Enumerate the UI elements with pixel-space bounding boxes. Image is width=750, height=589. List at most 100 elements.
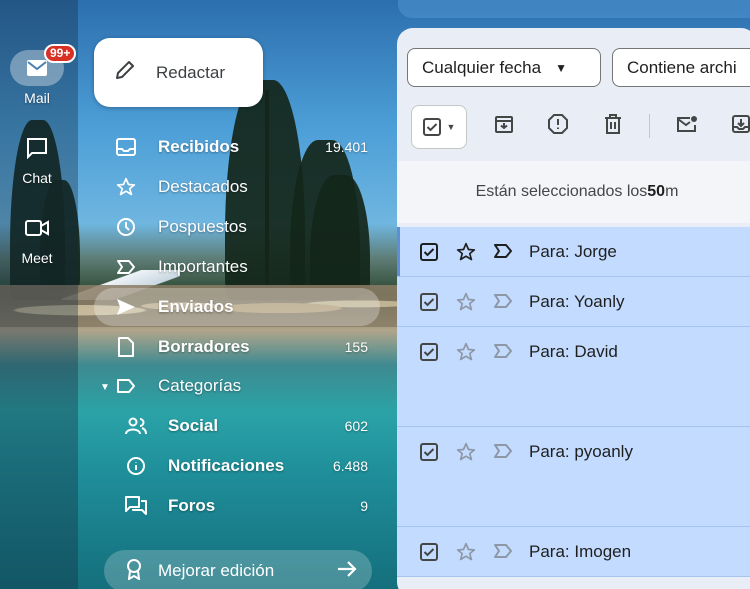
rail-mail[interactable]: 99+ Mail	[0, 44, 77, 106]
select-all-checkbox[interactable]: ▼	[411, 105, 467, 149]
mark-unread-icon	[677, 116, 697, 132]
nav-item-label: Social	[168, 416, 219, 435]
rail-chat[interactable]: Chat	[0, 130, 74, 186]
chip-label: Contiene archi	[627, 57, 737, 77]
rail-chat-label: Chat	[22, 170, 52, 186]
inbox-icon	[114, 135, 138, 159]
star-icon[interactable]	[456, 242, 476, 262]
important-icon	[114, 255, 138, 279]
compose-button[interactable]: Redactar	[94, 38, 263, 107]
attachment-filter-chip[interactable]: Contiene archi	[612, 48, 750, 87]
video-camera-icon	[10, 210, 64, 246]
nav-item-label: Notificaciones	[168, 456, 285, 475]
delete-button[interactable]	[599, 110, 627, 138]
nav-item-sent[interactable]: Enviados	[94, 288, 380, 326]
unread-badge: 99+	[44, 44, 77, 63]
email-row[interactable]: Para: Jorge	[397, 227, 750, 277]
nav-item-count: 6.488	[332, 458, 368, 474]
nav-item-label: Categorías	[158, 376, 242, 395]
compose-label: Redactar	[156, 62, 225, 82]
nav-item-label: Importantes	[158, 257, 248, 276]
nav-item-important[interactable]: Importantes	[94, 248, 380, 286]
report-spam-button[interactable]	[544, 110, 572, 138]
email-row[interactable]: Para: David	[397, 327, 750, 427]
chat-icon	[10, 130, 64, 166]
star-icon[interactable]	[456, 292, 476, 312]
nav-item-count: 155	[344, 339, 368, 355]
important-marker-icon[interactable]	[493, 443, 513, 459]
checkbox-checked-icon	[422, 118, 441, 136]
nav-item-categories[interactable]: Categorías	[94, 367, 380, 405]
email-row[interactable]: Para: pyoanly	[397, 427, 750, 527]
checkbox-checked-icon[interactable]	[420, 343, 438, 361]
label-icon	[114, 374, 138, 398]
rail-meet-label: Meet	[21, 250, 53, 266]
checkbox-checked-icon[interactable]	[420, 243, 438, 261]
trash-icon	[605, 114, 621, 134]
toolbar-divider	[649, 114, 650, 138]
rail-mail-label: Mail	[24, 90, 50, 106]
email-recipient: Para: Jorge	[529, 242, 617, 261]
archive-icon	[495, 116, 513, 133]
nav-item-label: Destacados	[158, 177, 248, 196]
email-row[interactable]: Para: Imogen	[397, 527, 750, 577]
move-to-icon	[732, 115, 750, 133]
nav-item-drafts[interactable]: Borradores 155	[94, 328, 380, 366]
badge-award-icon	[124, 558, 144, 585]
mark-unread-button[interactable]	[673, 110, 701, 138]
report-spam-icon	[548, 114, 568, 134]
star-icon[interactable]	[456, 442, 476, 462]
nav-item-label: Pospuestos	[158, 217, 247, 236]
checkbox-checked-icon[interactable]	[420, 443, 438, 461]
nav-item-inbox[interactable]: Recibidos 19.401	[94, 128, 380, 166]
message-list-panel: Cualquier fecha ▼ Contiene archi ▼ Están…	[397, 28, 750, 589]
upgrade-button[interactable]: Mejorar edición	[104, 550, 372, 589]
star-icon	[114, 175, 138, 199]
email-recipient: Para: David	[529, 342, 618, 361]
forum-icon	[124, 494, 148, 518]
star-icon[interactable]	[456, 542, 476, 562]
important-marker-icon[interactable]	[493, 343, 513, 359]
upgrade-label: Mejorar edición	[158, 561, 275, 580]
nav-item-updates[interactable]: Notificaciones 6.488	[94, 447, 380, 485]
pencil-icon	[114, 59, 136, 86]
chip-label: Cualquier fecha	[422, 57, 542, 77]
nav-item-count: 602	[344, 418, 368, 434]
nav-item-starred[interactable]: Destacados	[94, 168, 380, 206]
top-bar-edge	[398, 0, 750, 18]
star-icon[interactable]	[456, 342, 476, 362]
banner-count: 50	[647, 183, 666, 200]
email-recipient: Para: pyoanly	[529, 442, 633, 461]
caret-down-icon: ▼	[446, 122, 456, 132]
nav-item-label: Enviados	[158, 297, 234, 316]
archive-button[interactable]	[490, 110, 518, 138]
rail-meet[interactable]: Meet	[0, 210, 74, 266]
clock-icon	[114, 215, 138, 239]
email-recipient: Para: Yoanly	[529, 292, 625, 311]
email-row[interactable]: Para: Yoanly	[397, 277, 750, 327]
nav-item-label: Recibidos	[158, 137, 240, 156]
nav-item-forums[interactable]: Foros 9	[94, 487, 380, 525]
draft-file-icon	[114, 335, 138, 359]
snooze-button[interactable]	[727, 110, 750, 138]
banner-suffix: m	[665, 183, 679, 200]
important-marker-icon[interactable]	[493, 543, 513, 559]
arrow-right-icon	[336, 560, 358, 583]
nav-item-count: 9	[360, 498, 368, 514]
nav-item-label: Foros	[168, 496, 216, 515]
nav-item-social[interactable]: Social 602	[94, 407, 380, 445]
email-recipient: Para: Imogen	[529, 542, 632, 561]
important-marker-icon[interactable]	[493, 243, 513, 259]
send-icon	[114, 295, 138, 319]
checkbox-checked-icon[interactable]	[420, 293, 438, 311]
mail-icon: 99+	[10, 44, 77, 86]
date-filter-chip[interactable]: Cualquier fecha ▼	[407, 48, 601, 87]
banner-prefix: Están seleccionados los	[475, 183, 648, 200]
people-icon	[124, 414, 148, 438]
checkbox-checked-icon[interactable]	[420, 543, 438, 561]
nav-item-label: Borradores	[158, 337, 250, 356]
selection-banner: Están seleccionados los 50 m	[397, 161, 750, 223]
caret-down-icon: ▼	[555, 60, 567, 75]
important-marker-icon[interactable]	[493, 293, 513, 309]
nav-item-snoozed[interactable]: Pospuestos	[94, 208, 380, 246]
